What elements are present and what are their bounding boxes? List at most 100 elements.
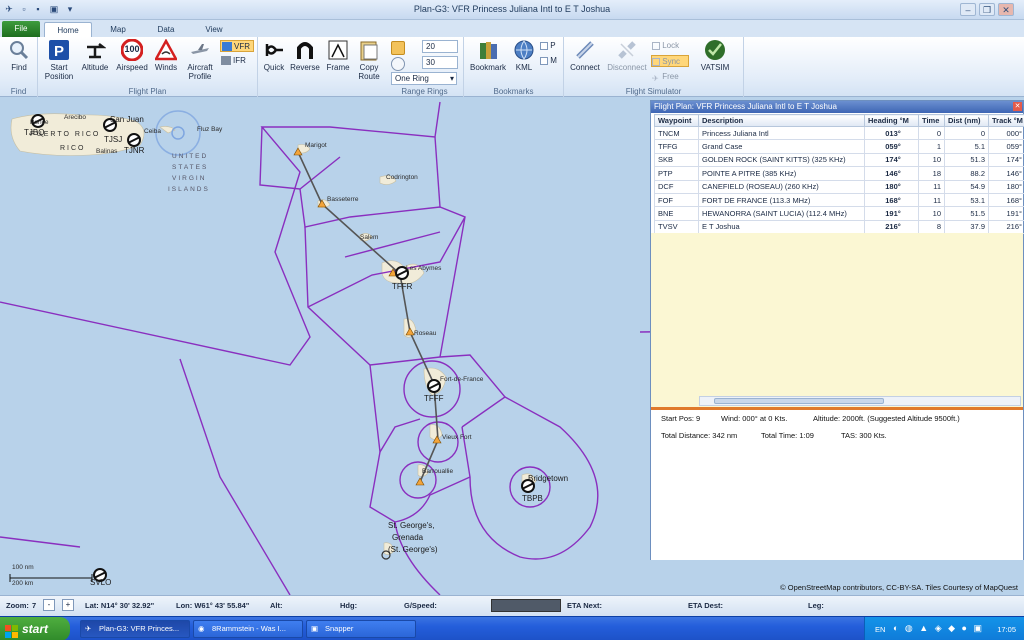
tray-icons[interactable]: ◐ ◍ ▲ ◈ ◆ ● ▣ — [893, 623, 984, 634]
summary-total-time: Total Time: 1:09 — [761, 431, 814, 440]
sim-speed-indicator[interactable] — [491, 599, 561, 612]
start-label: start — [22, 622, 49, 636]
table-row[interactable]: TNCM Princess Juliana Intl 013° 0 0 000° — [654, 125, 1024, 141]
cell-waypoint: TNCM — [654, 125, 699, 141]
copy-route-button[interactable]: Copy Route — [354, 39, 384, 81]
cell-track: 146° — [988, 166, 1024, 181]
column-header-waypoint[interactable]: Waypoint — [654, 114, 699, 127]
m-checkbox[interactable]: M — [540, 55, 557, 67]
quick-route-icon — [263, 39, 285, 61]
cell-description: FORT DE FRANCE (113.3 MHz) — [698, 192, 865, 208]
table-header-row: Waypoint Description Heading °M Time Dis… — [654, 114, 1024, 127]
eta-next-readout: ETA Next: — [567, 601, 603, 610]
taskbar-item-browser[interactable]: ◉ 8Rammstein - Was I... — [193, 620, 303, 638]
map-label-usvi-4: ISLANDS — [168, 186, 210, 193]
close-panel-icon[interactable]: ✕ — [1013, 102, 1022, 111]
clock[interactable]: 17:05 — [997, 625, 1016, 634]
table-row[interactable]: DCF CANEFIELD (ROSEAU) (260 KHz) 180° 11 54.… — [654, 179, 1024, 194]
chevron-down-icon: ▾ — [449, 74, 454, 83]
range-ring-clock-icon[interactable] — [391, 57, 405, 71]
range-ring-1-input[interactable]: 20 — [422, 40, 458, 53]
aircraft-profile-button[interactable]: Aircraft Profile — [183, 39, 217, 81]
map-label-tjsj: TJSJ — [104, 135, 123, 144]
airport-tfff-icon[interactable] — [427, 379, 441, 393]
tab-map[interactable]: Map — [100, 22, 136, 37]
sync-button[interactable]: Sync — [651, 55, 689, 67]
cell-description: E T Joshua — [698, 219, 865, 235]
summary-wind: Wind: 000° at 0 Kts. — [721, 414, 788, 423]
connect-label: Connect — [570, 63, 600, 72]
ring-mode-dropdown[interactable]: One Ring ▾ — [391, 72, 457, 85]
map-label-rico: RICO — [60, 145, 86, 152]
taskbar-item-label: 8Rammstein - Was I... — [212, 624, 286, 633]
start-position-button[interactable]: P Start Position — [42, 39, 76, 81]
start-button[interactable]: start — [0, 617, 70, 640]
map-label-usvi-3: VIRGIN — [172, 175, 207, 182]
range-ring-2-input[interactable]: 30 — [422, 56, 458, 69]
ifr-button[interactable]: IFR — [220, 55, 254, 67]
column-header-dist[interactable]: Dist (nm) — [944, 114, 989, 127]
table-row[interactable]: FOF FORT DE FRANCE (113.3 MHz) 168° 11 53.1 1… — [654, 192, 1024, 208]
minimize-icon[interactable]: – — [960, 3, 976, 16]
find-button[interactable]: Find — [4, 39, 34, 72]
scale-km-label: 200 km — [12, 580, 34, 587]
close-icon[interactable]: ✕ — [998, 3, 1014, 16]
table-row[interactable]: SKB GOLDEN ROCK (SAINT KITTS) (325 KHz) 17… — [654, 152, 1024, 168]
column-header-track[interactable]: Track °M — [988, 114, 1024, 127]
column-header-heading[interactable]: Heading °M — [864, 114, 919, 127]
tab-view[interactable]: View — [196, 22, 232, 37]
vatsim-icon — [704, 39, 726, 61]
tab-data[interactable]: Data — [148, 22, 184, 37]
tab-home[interactable]: Home — [44, 22, 92, 37]
zoom-value: 7 — [32, 601, 37, 610]
cell-heading: 180° — [864, 179, 919, 194]
table-row[interactable]: TFFG Grand Case 059° 1 5.1 059° — [654, 139, 1024, 154]
table-row[interactable]: TVSV E T Joshua 216° 8 37.9 216° — [654, 219, 1024, 235]
p-checkbox[interactable]: P — [540, 40, 556, 52]
language-indicator[interactable]: EN — [875, 625, 885, 634]
table-row[interactable]: BNE HEWANORRA (SAINT LUCIA) (112.4 MHz) 19… — [654, 206, 1024, 221]
altitude-button[interactable]: Altitude — [78, 39, 112, 72]
vatsim-button[interactable]: VATSIM — [698, 39, 732, 72]
cell-dist: 54.9 — [944, 179, 989, 194]
lock-button[interactable]: Lock — [652, 40, 692, 52]
zoom-out-button[interactable]: - — [43, 599, 55, 611]
reverse-button[interactable]: Reverse — [289, 39, 321, 72]
aircraft-icon — [189, 39, 211, 61]
vfr-button[interactable]: VFR — [220, 40, 254, 52]
winds-label: Winds — [154, 63, 178, 72]
cell-heading: 174° — [864, 152, 919, 168]
cell-time: 10 — [918, 152, 945, 168]
airspeed-button[interactable]: 100 Airspeed — [115, 38, 149, 72]
taskbar-item-snapper[interactable]: ▣ Snapper — [306, 620, 416, 638]
restore-icon[interactable]: ❐ — [979, 3, 995, 16]
horizontal-scrollbar[interactable] — [699, 396, 1021, 406]
scrollbar-thumb[interactable] — [714, 398, 884, 404]
windows-taskbar: start ✈ Plan-G3: VFR Princes... ◉ 8Rammste… — [0, 616, 1024, 640]
plan-g-window: ✈ ▫ ▪ ▣ ▾ Plan-G3: VFR Princess Juliana … — [0, 0, 1024, 640]
frame-button[interactable]: Frame — [323, 39, 353, 72]
connect-button[interactable]: Connect — [568, 39, 602, 72]
column-header-time[interactable]: Time — [918, 114, 945, 127]
taskbar-item-plan-g[interactable]: ✈ Plan-G3: VFR Princes... — [80, 620, 190, 638]
disconnect-button[interactable]: Disconnect — [604, 39, 650, 72]
start-position-label: Start Position — [44, 63, 74, 81]
waypoint-tvsv[interactable] — [415, 477, 425, 486]
bookmark-button[interactable]: Bookmark — [468, 39, 508, 72]
cell-heading: 146° — [864, 166, 919, 181]
zoom-in-button[interactable]: + — [62, 599, 74, 611]
free-icon: ✈ — [652, 73, 659, 83]
range-ring-toggle-icon[interactable] — [391, 41, 405, 55]
tab-file[interactable]: File — [2, 21, 40, 37]
airport-tjnr-icon[interactable] — [127, 133, 141, 147]
altitude-icon — [84, 39, 107, 61]
cell-description: CANEFIELD (ROSEAU) (260 KHz) — [698, 179, 865, 194]
table-row[interactable]: PTP POINTE A PITRE (385 KHz) 146° 18 88.2 146… — [654, 166, 1024, 181]
winds-button[interactable]: Winds — [150, 38, 182, 72]
column-header-description[interactable]: Description — [698, 114, 865, 127]
aircraft-profile-label: Aircraft Profile — [187, 63, 213, 81]
free-button[interactable]: ✈ Free — [652, 71, 692, 83]
quick-button[interactable]: Quick — [260, 39, 288, 72]
disconnect-label: Disconnect — [607, 63, 647, 72]
kml-button[interactable]: KML — [510, 39, 538, 72]
